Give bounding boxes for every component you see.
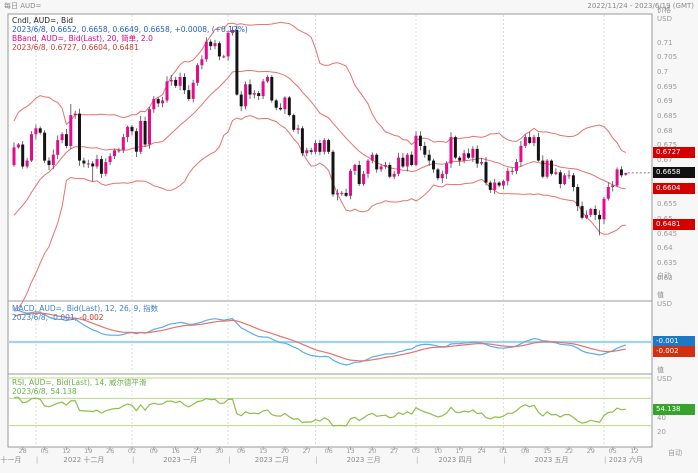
day-tick-label: 02	[126, 448, 138, 455]
day-tick-label: 27	[388, 448, 400, 455]
day-tick-label: 27	[301, 448, 313, 455]
month-separator: |	[416, 456, 418, 464]
rsi-legend-values: 2023/6/8, 54.138	[12, 388, 77, 397]
time-axis-auto-label: 自动	[668, 449, 682, 457]
chart-window: { "window": { "title": "每日 AUD=", "range…	[0, 0, 698, 473]
rsi-value-badge: 54.138	[653, 404, 695, 415]
rsi-tick-label: 20	[657, 428, 666, 436]
day-tick-label: 01	[497, 448, 509, 455]
macd-value-red: -0.002	[79, 313, 103, 322]
price-tick-label: 0.7	[657, 68, 668, 76]
month-separator: |	[36, 456, 38, 464]
month-label: 2023 一月	[163, 456, 197, 464]
bband-mid-badge: 0.6604	[653, 183, 695, 194]
month-label: 2023 五月	[534, 456, 568, 464]
chart-canvas[interactable]	[0, 0, 698, 473]
day-tick-label: 12	[60, 448, 72, 455]
day-tick-label: 13	[257, 448, 269, 455]
price-axis-title: 价格	[657, 6, 671, 14]
day-tick-label: 15	[541, 448, 553, 455]
day-tick-label: 20	[366, 448, 378, 455]
time-axis-month-row[interactable]: 2022 十一月 2022 十二月 2023 一月 2023 二月 2023 三月 202…	[0, 456, 652, 466]
rsi-tick-label: 40	[657, 414, 666, 422]
day-tick-label: 13	[345, 448, 357, 455]
day-tick-label: 26	[104, 448, 116, 455]
price-tick-label: 0.645	[657, 230, 677, 238]
month-label: 2023 四月	[438, 456, 472, 464]
month-label: 2023 六月	[609, 456, 643, 464]
price-tick-label: 0.655	[657, 200, 677, 208]
main-legend-bband-values: 2023/6/8, 0.6727, 0.6604, 0.6481	[12, 44, 139, 53]
day-tick-label: 16	[170, 448, 182, 455]
price-tick-label: 0.71	[657, 39, 673, 47]
month-separator: |	[132, 456, 134, 464]
day-tick-label: 08	[519, 448, 531, 455]
bband-lower-badge: 0.6481	[653, 219, 695, 230]
day-tick-label: 20	[279, 448, 291, 455]
price-tick-label: 0.695	[657, 83, 677, 91]
day-tick-label: 05	[607, 448, 619, 455]
month-label: 2023 三月	[347, 456, 381, 464]
price-tick-label: 0.68	[657, 127, 673, 135]
time-axis-day-row[interactable]: 28 05 12 19 26 02 09 16 23 30 06 13 20 27 06 13 20 27 03 10…	[0, 448, 652, 456]
macd-axis-unit: USD	[657, 300, 672, 308]
price-axis-auto-label: 自动	[657, 272, 671, 280]
price-axis[interactable]: 价格 USD 0.71 0.705 0.7 0.695 0.69 0.685 0.68 0.6…	[653, 0, 698, 473]
day-tick-label: 29	[585, 448, 597, 455]
day-tick-label: 28	[17, 448, 29, 455]
macd-line-badge: -0.001	[653, 336, 695, 347]
price-tick-label: 0.64	[657, 244, 673, 252]
day-tick-label: 06	[323, 448, 335, 455]
price-tick-label: 0.685	[657, 112, 677, 120]
bband-upper-badge: 0.6727	[653, 147, 695, 158]
rsi-axis-title: 值	[657, 366, 664, 374]
month-label: 2023 二月	[255, 456, 289, 464]
day-tick-label: 10	[432, 448, 444, 455]
macd-value-blue: 2023/6/8, -0.001,	[12, 313, 77, 322]
month-separator: |	[316, 456, 318, 464]
price-tick-label: 0.635	[657, 259, 677, 267]
rsi-axis-unit: USD	[657, 375, 672, 383]
price-axis-unit: USD	[657, 15, 672, 23]
day-tick-label: 17	[454, 448, 466, 455]
price-tick-label: 0.69	[657, 97, 673, 105]
month-separator: |	[228, 456, 230, 464]
month-label: 2022 十二月	[63, 456, 104, 464]
day-tick-label: 22	[563, 448, 575, 455]
macd-legend-values: 2023/6/8, -0.001, -0.002	[12, 314, 104, 323]
month-separator: |	[604, 456, 606, 464]
day-tick-label: 19	[82, 448, 94, 455]
day-tick-label: 12	[629, 448, 641, 455]
day-tick-label: 05	[39, 448, 51, 455]
price-tick-label: 0.705	[657, 53, 677, 61]
month-label: 2022 十一月	[0, 456, 21, 464]
day-tick-label: 09	[148, 448, 160, 455]
day-tick-label: 24	[476, 448, 488, 455]
day-tick-label: 30	[213, 448, 225, 455]
window-title: 每日 AUD=	[4, 2, 41, 10]
day-tick-label: 06	[235, 448, 247, 455]
macd-axis-title: 值	[657, 291, 664, 299]
month-separator: |	[503, 456, 505, 464]
day-tick-label: 23	[192, 448, 204, 455]
macd-signal-badge: -0.002	[653, 346, 695, 357]
day-tick-label: 03	[410, 448, 422, 455]
last-price-badge: 0.6658	[653, 167, 695, 178]
